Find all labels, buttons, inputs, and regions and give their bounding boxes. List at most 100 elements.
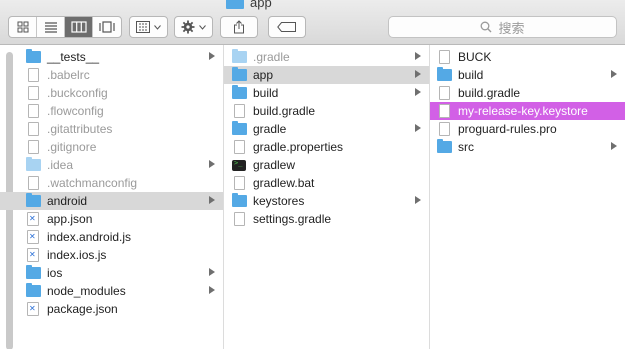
finder-item-label: node_modules [47, 284, 126, 298]
finder-item-label: build [253, 86, 279, 100]
share-button[interactable] [220, 16, 258, 38]
columns-icon [70, 21, 87, 33]
finder-item-settings-gradle[interactable]: settings.gradle [224, 210, 429, 228]
finder-item-gitattributes[interactable]: .gitattributes [0, 120, 223, 138]
finder-item-flowconfig[interactable]: .flowconfig [0, 102, 223, 120]
icon-view-button[interactable] [9, 17, 37, 37]
finder-item-app-json[interactable]: app.json [0, 210, 223, 228]
finder-item-label: app.json [47, 212, 93, 226]
document-icon [231, 104, 247, 118]
document-shape [233, 176, 245, 190]
cover-flow-icon [99, 21, 115, 33]
arrange-button[interactable] [129, 16, 168, 38]
folder-shape [231, 193, 247, 207]
js-file-icon [25, 248, 41, 262]
document-shape [27, 104, 39, 118]
finder-item-gradle-properties[interactable]: gradle.properties [224, 138, 429, 156]
finder-column-1: __tests__ .babelrc .buckconfig .flowconfig.… [0, 45, 224, 349]
view-mode-segment [8, 16, 122, 38]
finder-item-gradlew-bat[interactable]: gradlew.bat [224, 174, 429, 192]
document-icon [25, 86, 41, 100]
folder-icon [25, 283, 41, 298]
folder-icon [25, 193, 41, 208]
document-icon [436, 104, 452, 118]
folder-icon [226, 0, 244, 9]
action-button[interactable] [174, 16, 213, 38]
finder-item-label: .flowconfig [47, 104, 104, 118]
js-file-shape [27, 248, 39, 262]
finder-item-index-android-js[interactable]: index.android.js [0, 228, 223, 246]
finder-item-src[interactable]: src [430, 138, 625, 156]
grid-icon [17, 21, 28, 33]
folder-icon [231, 193, 247, 208]
document-icon [25, 140, 41, 154]
document-icon [231, 212, 247, 226]
finder-item-label: .gitattributes [47, 122, 113, 136]
cover-flow-view-button[interactable] [93, 17, 121, 37]
finder-item-build[interactable]: build [430, 66, 625, 84]
finder-item-gradle[interactable]: .gradle [224, 48, 429, 66]
document-icon [25, 176, 41, 190]
finder-item-gitignore[interactable]: .gitignore [0, 138, 223, 156]
finder-item-android[interactable]: android [0, 192, 223, 210]
folder-icon [231, 85, 247, 100]
finder-item-babelrc[interactable]: .babelrc [0, 66, 223, 84]
folder-shape [231, 121, 247, 135]
finder-item-label: proguard-rules.pro [458, 122, 557, 136]
finder-item-label: gradlew.bat [253, 176, 315, 190]
finder-item-build-gradle[interactable]: build.gradle [224, 102, 429, 120]
finder-item-proguard-rules-pro[interactable]: proguard-rules.pro [430, 120, 625, 138]
search-icon [481, 21, 492, 33]
finder-item-buckconfig[interactable]: .buckconfig [0, 84, 223, 102]
js-file-icon [25, 302, 41, 316]
search-field[interactable]: 搜索 [388, 16, 617, 38]
document-shape [438, 86, 450, 100]
chevron-down-icon [154, 24, 161, 30]
disclosure-arrow-icon [415, 70, 421, 78]
finder-item-index-ios-js[interactable]: index.ios.js [0, 246, 223, 264]
js-file-icon [25, 212, 41, 226]
finder-item-watchmanconfig[interactable]: .watchmanconfig [0, 174, 223, 192]
folder-shape [25, 283, 41, 297]
toolbar: app 搜索 [0, 0, 625, 45]
finder-item-node-modules[interactable]: node_modules [0, 282, 223, 300]
arrange-grid-icon [136, 21, 150, 33]
list-icon [44, 22, 57, 33]
finder-item-package-json[interactable]: package.json [0, 300, 223, 318]
finder-item-gradlew[interactable]: gradlew [224, 156, 429, 174]
disclosure-arrow-icon [415, 124, 421, 132]
finder-item-my-release-key-keystore[interactable]: my-release-key.keystore [430, 102, 625, 120]
chevron-down-icon [199, 24, 206, 30]
folder-icon [231, 49, 247, 64]
finder-item-keystores[interactable]: keystores [224, 192, 429, 210]
finder-item-build-gradle[interactable]: build.gradle [430, 84, 625, 102]
document-shape [233, 140, 245, 154]
gear-icon [181, 20, 195, 34]
folder-icon [231, 67, 247, 82]
finder-item-label: index.ios.js [47, 248, 107, 262]
folder-shape [231, 49, 247, 63]
document-icon [436, 50, 452, 64]
disclosure-arrow-icon [209, 286, 215, 294]
js-file-shape [27, 230, 39, 244]
finder-item-tests[interactable]: __tests__ [0, 48, 223, 66]
finder-item-idea[interactable]: .idea [0, 156, 223, 174]
finder-item-label: ios [47, 266, 63, 280]
folder-icon [25, 265, 41, 280]
tags-button[interactable] [268, 16, 306, 38]
finder-item-build[interactable]: build [224, 84, 429, 102]
finder-item-app[interactable]: app [224, 66, 429, 84]
list-view-button[interactable] [37, 17, 65, 37]
finder-column-3: BUCK build build.gradle my-release-key.keys… [430, 45, 625, 349]
finder-item-ios[interactable]: ios [0, 264, 223, 282]
column-view-button[interactable] [65, 17, 93, 37]
finder-item-label: __tests__ [47, 50, 100, 64]
folder-shape [231, 67, 247, 81]
finder-item-gradle[interactable]: gradle [224, 120, 429, 138]
disclosure-arrow-icon [415, 52, 421, 60]
finder-item-label: gradlew [253, 158, 296, 172]
document-icon [436, 86, 452, 100]
finder-item-buck[interactable]: BUCK [430, 48, 625, 66]
search-placeholder: 搜索 [498, 20, 525, 36]
finder-item-label: keystores [253, 194, 305, 208]
